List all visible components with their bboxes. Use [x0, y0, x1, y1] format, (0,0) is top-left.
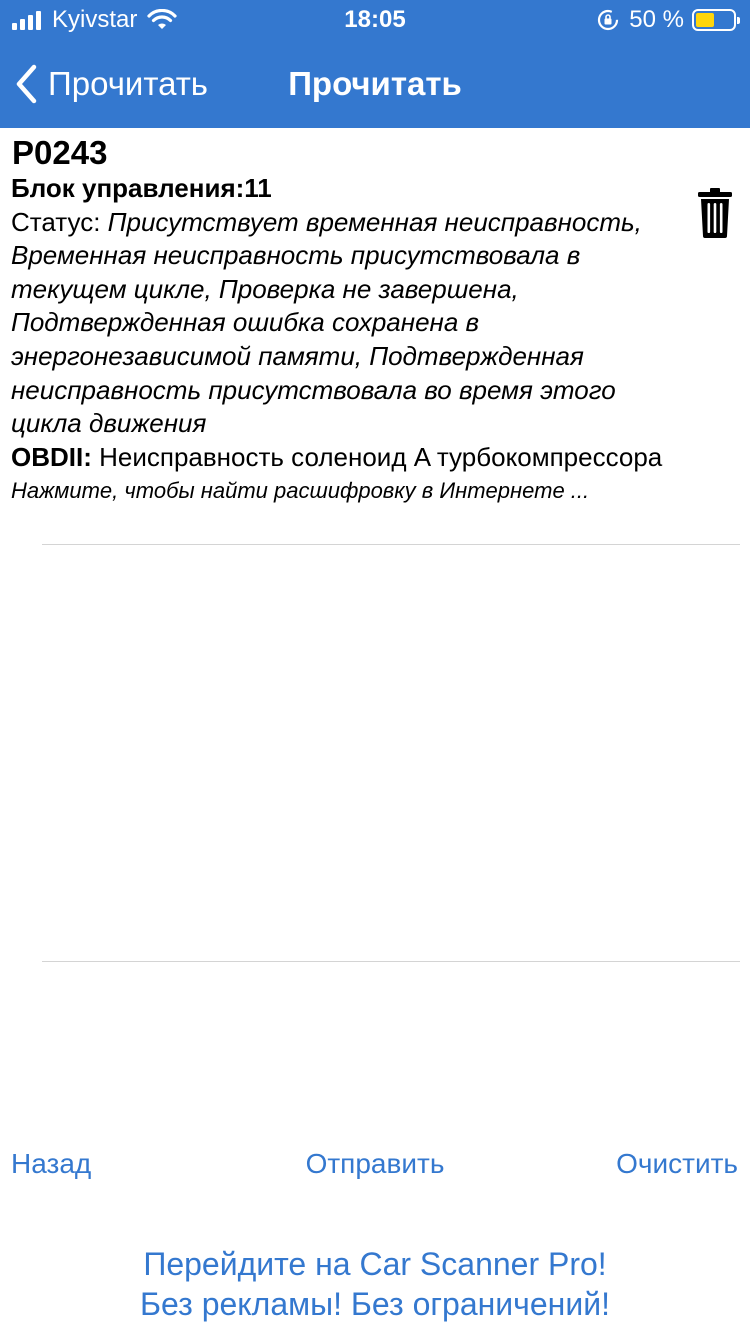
- divider: [42, 544, 740, 545]
- battery-percent: 50 %: [629, 6, 684, 33]
- nav-back-label: Прочитать: [48, 65, 209, 102]
- obd-label: OBDII:: [11, 441, 92, 472]
- send-button[interactable]: Отправить: [306, 1148, 445, 1179]
- dtc-code: P0243: [12, 134, 108, 171]
- dtc-details: Блок управления:11 Статус: Присутствует …: [11, 172, 691, 506]
- divider: [42, 961, 740, 962]
- chevron-left-icon: [16, 64, 37, 104]
- obd-line: OBDII: Неисправность соленоид A турбоком…: [11, 441, 691, 475]
- battery-icon: [692, 9, 740, 31]
- trash-icon[interactable]: [698, 188, 732, 238]
- header: Kyivstar 18:05 50 % Прочитать Прочитать: [0, 0, 750, 128]
- nav-back-button[interactable]: Прочитать: [14, 60, 208, 108]
- search-online-hint[interactable]: Нажмите, чтобы найти расшифровку в Интер…: [11, 476, 691, 506]
- status-value: Присутствует временная неисправность, Вр…: [11, 206, 642, 439]
- promo-line-1: Перейдите на Car Scanner Pro!: [143, 1246, 607, 1282]
- obd-description: Неисправность соленоид A турбокомпрессор…: [91, 441, 663, 472]
- pro-upgrade-banner[interactable]: Перейдите на Car Scanner Pro! Без реклам…: [0, 1244, 750, 1324]
- promo-line-2: Без рекламы! Без ограничений!: [140, 1286, 610, 1322]
- nav-bar: Прочитать Прочитать: [0, 40, 750, 128]
- clear-button[interactable]: Очистить: [616, 1148, 738, 1180]
- battery-fill: [696, 13, 714, 27]
- status-right: 50 %: [597, 6, 740, 34]
- dtc-list-item[interactable]: P0243 Блок управления:11 Статус: Присутс…: [0, 128, 750, 544]
- ecu-value: 11: [244, 173, 272, 203]
- page-title: Прочитать: [288, 65, 462, 102]
- ecu-label: Блок управления:: [11, 173, 245, 203]
- status-bar: Kyivstar 18:05 50 %: [0, 0, 750, 40]
- status-line: Статус: Присутствует временная неисправн…: [11, 206, 691, 441]
- status-label: Статус:: [11, 206, 108, 237]
- ecu-line: Блок управления:11: [11, 172, 691, 206]
- orientation-lock-icon: [598, 9, 619, 31]
